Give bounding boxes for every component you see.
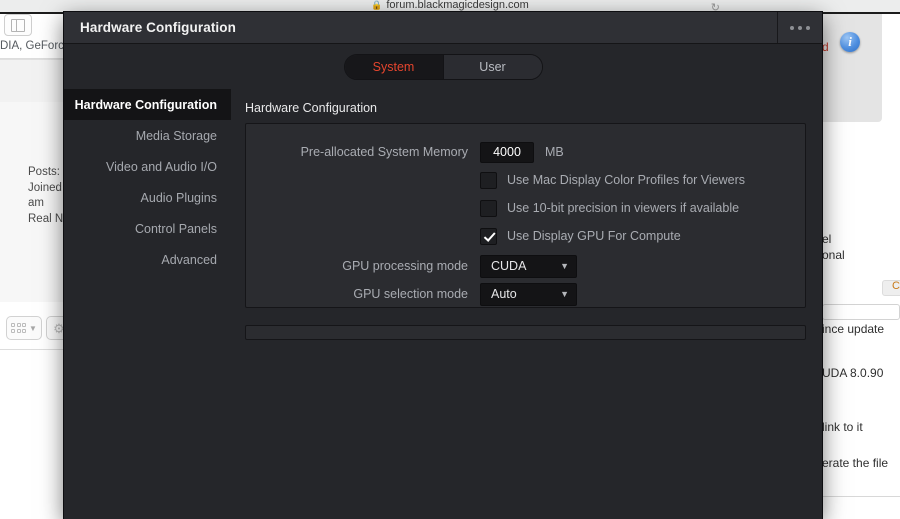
preallocated-memory-label: Pre-allocated System Memory [300,145,468,159]
preallocated-memory-input[interactable] [480,141,534,163]
chevron-down-icon: ▼ [560,288,569,299]
grid-view-button[interactable]: ▼ [6,316,42,340]
sidebar-item-audio-plugins[interactable]: Audio Plugins [64,182,231,213]
gpu-selection-mode-row: GPU selection mode Auto ▼ [246,280,805,308]
page-lower-toolbar: ▼ ⚙ [0,314,72,344]
info-icon: i [840,32,860,52]
sidebar-item-media-storage[interactable]: Media Storage [64,120,231,151]
divider [0,349,70,350]
secondary-group-box [245,325,806,340]
info-icon-letter: i [848,34,852,49]
screen: 🔒 forum.blackmagicdesign.com ↻ DIA, GeFo… [0,0,900,519]
sidebar-toggle-button[interactable] [4,14,32,36]
background-text-fragment: el [822,232,832,246]
profile-line: Joined [28,181,62,194]
page-left-column: DIA, GeForce Posts: Joined am Real N ▼ ⚙ [0,14,72,519]
scope-tabs-row: System User [64,44,822,89]
gpu-selection-mode-label: GPU selection mode [353,287,468,301]
background-text-fragment: erate the file [822,456,889,470]
settings-content: Hardware Configuration Pre-allocated Sys… [231,89,822,519]
page-right-column: i d el onal C ince update UDA 8.0.90 lin… [822,14,900,519]
dialog-body: Hardware Configuration Media Storage Vid… [64,89,822,519]
gpu-selection-mode-select[interactable]: Auto ▼ [480,282,577,306]
sidebar-item-advanced[interactable]: Advanced [64,244,231,275]
quote-block [822,14,882,122]
profile-line: am [28,197,44,209]
sidebar-item-hardware-configuration[interactable]: Hardware Configuration [64,89,231,120]
sidebar-item-control-panels[interactable]: Control Panels [64,213,231,244]
background-text-fragment: UDA 8.0.90 [822,366,884,380]
use-display-gpu-for-compute-row: Use Display GPU For Compute [246,222,805,250]
settings-sidebar: Hardware Configuration Media Storage Vid… [64,89,231,519]
dialog-titlebar[interactable]: Hardware Configuration [64,12,822,44]
dialog-title: Hardware Configuration [80,20,236,35]
background-text-fragment: onal [822,248,845,262]
background-text-fragment: d [822,40,829,54]
gpu-processing-mode-select[interactable]: CUDA ▼ [480,254,577,278]
gpu-selection-mode-value: Auto [491,287,517,301]
grid-view-icon [11,323,27,333]
preallocated-memory-row: Pre-allocated System Memory MB [246,138,805,166]
page-title: Hardware Configuration [245,101,378,115]
gpu-processing-mode-label: GPU processing mode [342,259,468,273]
breadcrumb: DIA, GeForce [0,40,71,52]
hardware-configuration-group: Pre-allocated System Memory MB Use Mac D… [245,123,806,308]
profile-line: Real N [28,212,64,225]
background-text-fragment: ince update [822,322,885,336]
sidebar-panel-icon [11,18,25,32]
profile-meta-text: Posts: Joined am Real N [28,165,63,227]
hardware-configuration-dialog: Hardware Configuration System User Hardw… [64,12,822,519]
chevron-down-icon: ▼ [560,260,569,271]
gpu-processing-mode-row: GPU processing mode CUDA ▼ [246,252,805,280]
gpu-processing-mode-value: CUDA [491,259,527,273]
background-text-fragment: C [892,280,900,292]
use-10bit-precision-row: Use 10-bit precision in viewers if avail… [246,194,805,222]
sidebar-item-video-and-audio-io[interactable]: Video and Audio I/O [64,151,231,182]
tab-user[interactable]: User [442,54,542,79]
use-mac-display-color-profiles-label: Use Mac Display Color Profiles for Viewe… [507,173,746,187]
memory-unit-label: MB [545,145,564,159]
chevron-down-icon: ▼ [29,323,37,333]
background-text-fragment: link to it [822,420,863,434]
use-mac-display-color-profiles-row: Use Mac Display Color Profiles for Viewe… [246,166,805,194]
scope-tab-group: System User [343,53,543,80]
profile-line: Posts: [28,166,60,178]
use-10bit-precision-label: Use 10-bit precision in viewers if avail… [507,201,740,215]
divider [822,496,900,497]
use-display-gpu-for-compute-label: Use Display GPU For Compute [507,229,681,243]
page-widget-box [822,304,900,320]
use-display-gpu-for-compute-checkbox[interactable] [480,227,497,245]
lock-icon: 🔒 [371,0,383,10]
url-text: forum.blackmagicdesign.com [386,0,529,11]
use-10bit-precision-checkbox[interactable] [480,199,497,217]
use-mac-display-color-profiles-checkbox[interactable] [480,171,497,189]
page-header-block [0,59,70,104]
tab-system[interactable]: System [344,54,443,79]
url-display: 🔒 forum.blackmagicdesign.com [371,0,529,11]
more-options-icon[interactable] [778,12,822,43]
titlebar-actions [777,12,822,43]
